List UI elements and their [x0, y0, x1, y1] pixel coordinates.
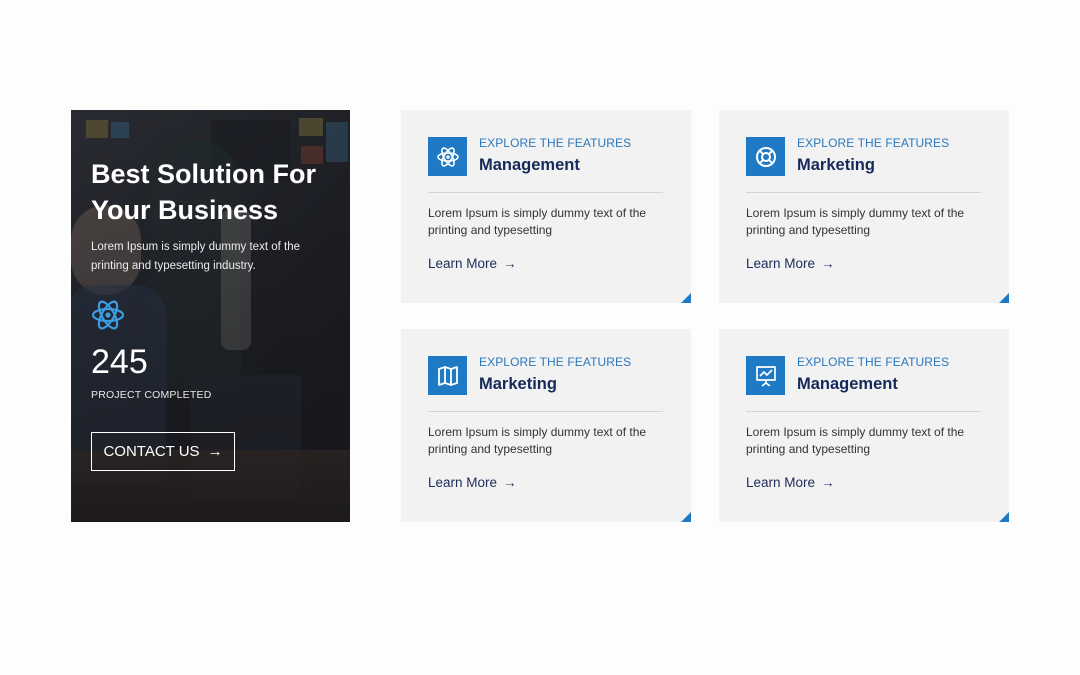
learn-more-label: Learn More	[428, 475, 498, 490]
card-divider	[746, 411, 981, 412]
projects-count: 245	[91, 343, 148, 381]
hero-title: Best Solution For Your Business	[91, 159, 316, 225]
lifebuoy-icon	[746, 137, 785, 176]
learn-more-label: Learn More	[746, 475, 816, 490]
card-divider	[428, 192, 663, 193]
card-title: Management	[797, 375, 898, 393]
card-divider	[428, 411, 663, 412]
learn-more-label: Learn More	[428, 256, 498, 271]
card-title: Management	[479, 156, 580, 174]
feature-card-management-2: EXPLORE THE FEATURES Management Lorem Ip…	[719, 329, 1009, 522]
card-title: Marketing	[797, 156, 875, 174]
card-description: Lorem Ipsum is simply dummy text of the …	[746, 206, 965, 237]
card-kicker: EXPLORE THE FEATURES	[797, 136, 950, 150]
feature-card-marketing: EXPLORE THE FEATURES Marketing Lorem Ips…	[719, 110, 1009, 303]
learn-more-link[interactable]: Learn More →	[428, 256, 517, 271]
learn-more-label: Learn More	[746, 256, 816, 271]
learn-more-link[interactable]: Learn More →	[746, 256, 835, 271]
corner-accent	[681, 293, 691, 303]
corner-accent	[681, 512, 691, 522]
projects-count-label: PROJECT COMPLETED	[91, 389, 212, 401]
learn-more-link[interactable]: Learn More →	[746, 475, 835, 490]
card-kicker: EXPLORE THE FEATURES	[479, 136, 632, 150]
arrow-right-icon: →	[503, 256, 517, 271]
hero-content: Best Solution For Your Business Lorem Ip…	[71, 110, 350, 522]
learn-more-link[interactable]: Learn More →	[428, 475, 517, 490]
contact-us-label: CONTACT US	[103, 443, 200, 460]
contact-us-button[interactable]: CONTACT US →	[91, 432, 235, 471]
card-description: Lorem Ipsum is simply dummy text of the …	[428, 425, 647, 456]
card-title: Marketing	[479, 375, 557, 393]
arrow-right-icon: →	[503, 475, 517, 490]
card-description: Lorem Ipsum is simply dummy text of the …	[746, 425, 965, 456]
map-icon	[428, 356, 467, 395]
card-divider	[746, 192, 981, 193]
feature-card-management: EXPLORE THE FEATURES Management Lorem Ip…	[401, 110, 691, 303]
arrow-right-icon: →	[821, 475, 835, 490]
presentation-chart-icon	[746, 356, 785, 395]
feature-card-marketing-2: EXPLORE THE FEATURES Marketing Lorem Ips…	[401, 329, 691, 522]
hero-card: Best Solution For Your Business Lorem Ip…	[71, 110, 350, 522]
card-kicker: EXPLORE THE FEATURES	[797, 355, 950, 369]
atom-icon	[428, 137, 467, 176]
atom-icon	[91, 298, 125, 332]
corner-accent	[999, 512, 1009, 522]
card-kicker: EXPLORE THE FEATURES	[479, 355, 632, 369]
corner-accent	[999, 293, 1009, 303]
card-description: Lorem Ipsum is simply dummy text of the …	[428, 206, 647, 237]
arrow-right-icon: →	[207, 443, 223, 460]
arrow-right-icon: →	[821, 256, 835, 271]
hero-description: Lorem Ipsum is simply dummy text of the …	[91, 241, 300, 272]
